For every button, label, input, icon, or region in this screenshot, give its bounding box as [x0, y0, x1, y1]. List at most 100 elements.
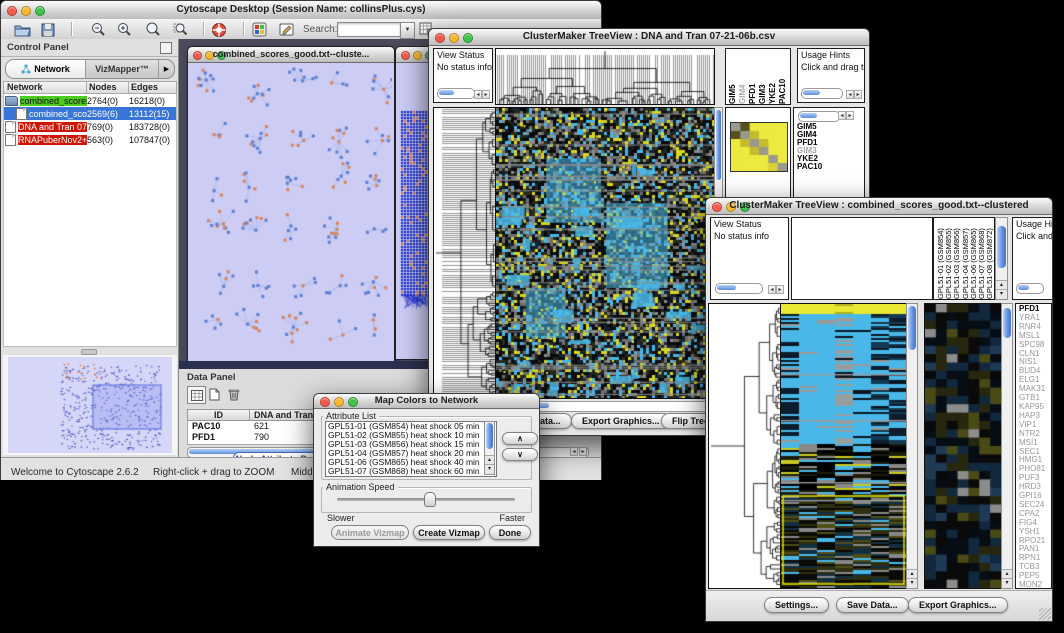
- column-dendrogram[interactable]: [495, 48, 715, 105]
- col-header-edges[interactable]: Edges: [128, 81, 177, 94]
- scroll-left-icon[interactable]: ◂: [768, 285, 776, 294]
- column-label[interactable]: GPL51-03 (GSM856): [952, 220, 960, 299]
- scroll-left-icon[interactable]: ◂: [474, 90, 482, 99]
- tabs-overflow-button[interactable]: ▶: [158, 60, 174, 78]
- create-vizmap-button[interactable]: Create Vizmap: [413, 525, 485, 540]
- zoom-fit-icon[interactable]: [143, 21, 161, 38]
- doc-icon: [5, 134, 16, 146]
- tab-vizmapper[interactable]: VizMapper™: [86, 60, 158, 78]
- col-header-nodes[interactable]: Nodes: [86, 81, 128, 94]
- mini-hscrollbar[interactable]: [437, 88, 475, 99]
- zoom-heatmap[interactable]: [924, 303, 1002, 589]
- column-label[interactable]: GIM4: [738, 49, 748, 104]
- vizmapper-icon[interactable]: [250, 21, 268, 38]
- attribute-item[interactable]: GPL51-07 (GSM868) heat shock 60 min: [326, 467, 496, 476]
- annotation-icon[interactable]: [278, 21, 296, 38]
- treeview1-titlebar[interactable]: ClusterMaker TreeView : DNA and Tran 07-…: [429, 29, 869, 46]
- scroll-left-icon[interactable]: ◂: [846, 90, 854, 99]
- settings-button[interactable]: Settings...: [764, 597, 829, 613]
- column-vscrollbar[interactable]: ▴ ▾: [995, 217, 1008, 300]
- mini-hscrollbar[interactable]: [798, 111, 840, 122]
- column-label[interactable]: PFD1: [748, 49, 758, 104]
- move-up-button[interactable]: ∧: [502, 432, 538, 445]
- scroll-left-icon[interactable]: ◂: [838, 111, 846, 120]
- move-down-button[interactable]: ∨: [502, 448, 538, 461]
- global-heatmap[interactable]: [495, 107, 715, 399]
- column-label[interactable]: GPL51-06 (GSM865): [969, 220, 977, 299]
- scroll-right-icon[interactable]: ▸: [482, 90, 490, 99]
- network-row-combined-sco[interactable]: combined_sco2569(6)13112(15): [4, 107, 176, 120]
- save-data-button[interactable]: Save Data...: [836, 597, 909, 613]
- mini-hscrollbar[interactable]: [801, 88, 843, 99]
- network-overview-canvas[interactable]: [8, 357, 172, 453]
- row-dendrogram[interactable]: [433, 107, 497, 399]
- done-button[interactable]: Done: [489, 525, 531, 540]
- status-welcome: Welcome to Cytoscape 2.6.2: [11, 467, 139, 478]
- zoom-selected-icon[interactable]: [171, 21, 189, 38]
- scroll-down-icon[interactable]: ▾: [996, 289, 1007, 299]
- mini-hscrollbar[interactable]: [715, 283, 763, 294]
- animate-vizmap-button[interactable]: Animate Vizmap: [331, 525, 409, 540]
- trash-icon[interactable]: [225, 386, 242, 402]
- resize-grip[interactable]: [1039, 608, 1051, 620]
- mini-hscrollbar[interactable]: [1016, 283, 1044, 294]
- global-heatmap[interactable]: [780, 303, 908, 589]
- attribute-table-icon[interactable]: [187, 386, 206, 404]
- column-label[interactable]: GPL51-04 (GSM857): [961, 220, 969, 299]
- network-name: combined_scores_: [20, 96, 87, 106]
- col-header-network[interactable]: Network: [3, 81, 86, 94]
- heatmap-vscrollbar[interactable]: ▴ ▾: [906, 303, 918, 589]
- lifesaver-help-icon[interactable]: [210, 21, 228, 38]
- scroll-left-icon[interactable]: ◂: [570, 447, 578, 456]
- column-label[interactable]: GIM5: [728, 49, 738, 104]
- search-dropdown-icon[interactable]: ▼: [400, 22, 415, 39]
- scroll-down-icon[interactable]: ▾: [907, 578, 917, 588]
- attribute-list[interactable]: GPL51-01 (GSM854) heat shock 05 minGPL51…: [325, 421, 497, 477]
- column-label[interactable]: GPL51-07 (GSM868): [977, 220, 985, 299]
- minimize-button[interactable]: [413, 51, 422, 60]
- column-dendrogram-panel[interactable]: [791, 217, 933, 300]
- open-folder-icon[interactable]: [13, 21, 31, 38]
- main-titlebar[interactable]: Cytoscape Desktop (Session Name: collins…: [1, 1, 601, 20]
- scroll-right-icon[interactable]: ▸: [846, 111, 854, 120]
- zoom-vscrollbar[interactable]: ▴ ▾: [1001, 303, 1013, 589]
- network-row-dna-and-tran-07[interactable]: DNA and Tran 07769(0)183728(0): [4, 120, 176, 133]
- row-dendrogram[interactable]: [708, 303, 782, 589]
- scroll-right-icon[interactable]: ▸: [579, 447, 587, 456]
- usage-hints-title: Usage Hints: [1013, 218, 1052, 230]
- speed-slider-thumb[interactable]: [424, 492, 436, 507]
- network-name: RNAPuberNov2+: [18, 135, 87, 145]
- new-attribute-icon[interactable]: [206, 386, 223, 402]
- close-button[interactable]: [401, 51, 410, 60]
- column-label[interactable]: YKE2: [768, 49, 778, 104]
- column-label[interactable]: PAC10: [778, 49, 788, 104]
- save-icon[interactable]: [39, 21, 57, 38]
- dialog-title: Map Colors to Network: [314, 395, 539, 406]
- treeview2-titlebar[interactable]: ClusterMaker TreeView : combined_scores_…: [706, 198, 1052, 215]
- export-graphics-button[interactable]: Export Graphics...: [571, 413, 671, 429]
- dialog-titlebar[interactable]: Map Colors to Network: [314, 394, 539, 409]
- col-header-id[interactable]: ID: [187, 409, 249, 421]
- scroll-right-icon[interactable]: ▸: [854, 90, 862, 99]
- network-row-combined-scores[interactable]: combined_scores_2764(0)16218(0): [4, 94, 176, 107]
- column-label[interactable]: GPL51-01 (GSM854): [936, 220, 944, 299]
- float-panel-icon[interactable]: [160, 42, 172, 54]
- view-status-title: View Status: [434, 49, 492, 61]
- network-row-rnapubernov2[interactable]: RNAPuberNov2+563(0)107847(0): [4, 133, 176, 146]
- network-frame-1[interactable]: combined_scores_good.txt--cluste...: [187, 46, 395, 371]
- column-label[interactable]: GPL51-08 (GSM872): [985, 220, 993, 299]
- search-input[interactable]: [337, 22, 401, 37]
- scroll-right-icon[interactable]: ▸: [776, 285, 784, 294]
- gene-label[interactable]: MON2: [1019, 581, 1051, 589]
- network-view-canvas[interactable]: [188, 63, 392, 369]
- row-label[interactable]: PAC10: [797, 163, 822, 171]
- tab-network[interactable]: Network: [6, 60, 86, 78]
- zoom-in-icon[interactable]: [115, 21, 133, 38]
- scroll-down-icon[interactable]: ▾: [485, 464, 494, 474]
- export-graphics-button[interactable]: Export Graphics...: [908, 597, 1008, 613]
- scroll-down-icon[interactable]: ▾: [1002, 578, 1012, 588]
- column-label[interactable]: GIM3: [758, 49, 768, 104]
- zoom-matrix-canvas[interactable]: [730, 122, 788, 172]
- attribute-list-vscrollbar[interactable]: ▴ ▾: [484, 421, 495, 475]
- zoom-out-icon[interactable]: [89, 21, 107, 38]
